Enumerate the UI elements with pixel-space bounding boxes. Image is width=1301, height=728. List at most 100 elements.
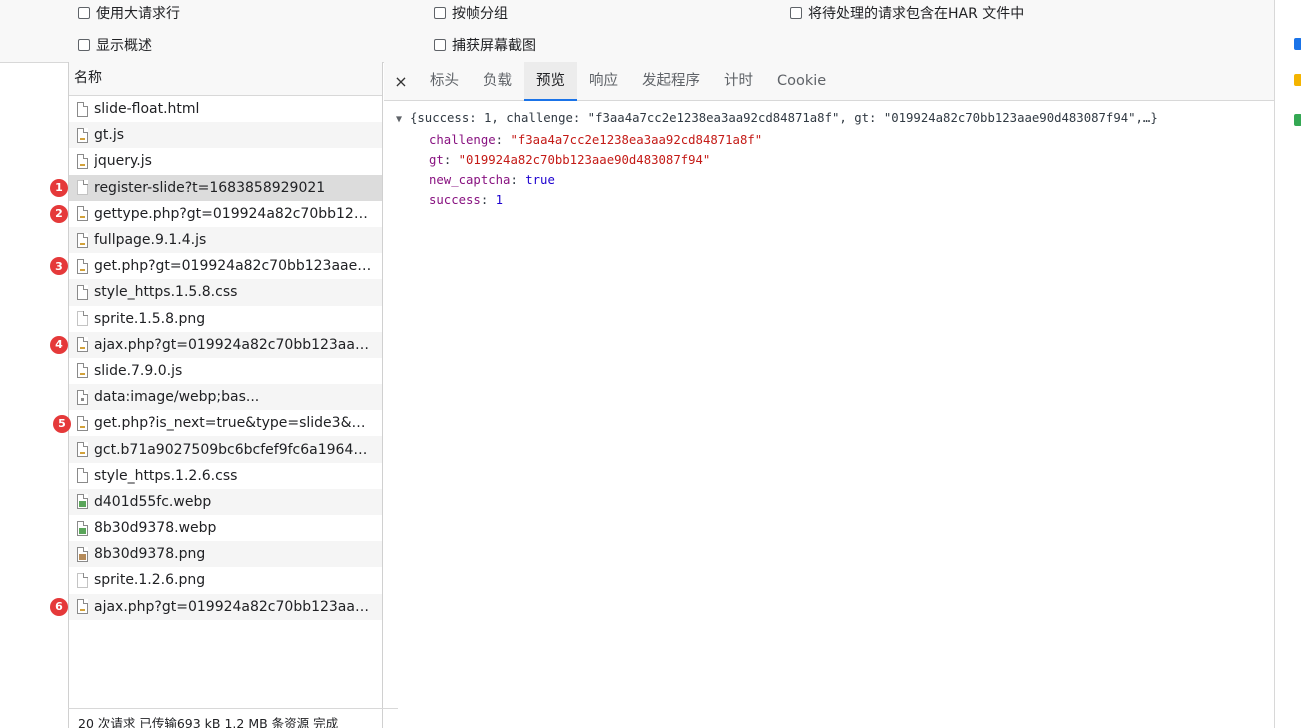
script-icon [77, 153, 88, 169]
json-key: success [429, 193, 481, 207]
image-icon [77, 572, 88, 588]
capture-screenshots-checkbox[interactable]: 捕获屏幕截图 [434, 35, 536, 55]
request-row[interactable]: register-slide?t=1683858929021 [69, 174, 382, 201]
request-row[interactable]: 8b30d9378.png [69, 541, 382, 568]
data-icon [77, 389, 88, 405]
checkbox-box[interactable] [790, 7, 802, 19]
stylesheet-icon [77, 468, 88, 484]
png-image-icon [77, 546, 88, 562]
tab-timing[interactable]: 计时 [712, 62, 765, 100]
annotation-badge: 5 [53, 414, 71, 433]
network-settings-panel: 使用大请求行 按帧分组 将待处理的请求包含在HAR 文件中 显示概述 捕获屏幕截… [0, 0, 1274, 63]
request-name: gt.js [94, 127, 125, 144]
checkbox-box[interactable] [78, 39, 90, 51]
annotation-badge: 2 [50, 204, 68, 223]
group-by-frame-label: 按帧分组 [452, 6, 508, 22]
request-row[interactable]: gct.b71a9027509bc6bcfef9fc6a196424f5... [69, 436, 382, 463]
request-name: data:image/webp;bas... [94, 389, 260, 406]
script-icon [77, 232, 88, 248]
request-name: sprite.1.5.8.png [94, 310, 206, 327]
request-name: ajax.php?gt=019924a82c70bb123aae90... [94, 336, 374, 353]
show-overview-label: 显示概述 [96, 38, 152, 54]
stylesheet-icon [77, 284, 88, 300]
request-rows: slide-float.html gt.js jquery.js register-s… [69, 96, 382, 620]
request-name: get.php?gt=019924a82c70bb123aae90d... [94, 258, 374, 275]
json-property-new-captcha: new_captcha: true [429, 173, 555, 187]
script-icon [77, 415, 88, 431]
script-icon [77, 363, 88, 379]
request-row[interactable]: style_https.1.2.6.css [69, 463, 382, 489]
expand-triangle-icon[interactable]: ▼ [396, 110, 410, 130]
request-name: get.php?is_next=true&type=slide3&gt=... [94, 415, 374, 432]
group-by-frame-checkbox[interactable]: 按帧分组 [434, 3, 508, 23]
json-key: gt [429, 153, 444, 167]
tab-payload[interactable]: 负载 [471, 62, 524, 100]
request-name: ajax.php?gt=019924a82c70bb123aae90... [94, 598, 374, 615]
json-property-gt: gt: "019924a82c70bb123aae90d483087f94" [429, 153, 711, 167]
script-icon [77, 127, 88, 143]
annotation-badge: 4 [50, 335, 68, 354]
request-row[interactable]: d401d55fc.webp [69, 488, 382, 515]
annotation-badge: 1 [50, 178, 68, 197]
request-row[interactable]: sprite.1.5.8.png [69, 306, 382, 332]
request-row[interactable]: slide-float.html [69, 96, 382, 122]
tab-preview[interactable]: 预览 [524, 62, 577, 101]
tab-headers[interactable]: 标头 [418, 62, 471, 100]
request-row[interactable]: style_https.1.5.8.css [69, 279, 382, 306]
checkbox-box[interactable] [78, 7, 90, 19]
json-boolean-value: true [525, 173, 555, 187]
request-name: jquery.js [94, 153, 152, 170]
request-name: gettype.php?gt=019924a82c70bb123aa... [94, 205, 374, 222]
image-icon [77, 311, 88, 327]
tab-response[interactable]: 响应 [577, 62, 630, 100]
json-summary-row[interactable]: ▼ {success: 1, challenge: "f3aa4a7cc2e123… [396, 108, 1158, 130]
large-rows-checkbox[interactable]: 使用大请求行 [78, 3, 180, 23]
extension-icon[interactable] [1294, 74, 1301, 86]
outlook-icon[interactable] [1294, 38, 1301, 50]
request-name: slide-float.html [94, 101, 200, 118]
json-preview: ▼ {success: 1, challenge: "f3aa4a7cc2e123… [396, 108, 1158, 210]
document-icon [77, 101, 88, 117]
xhr-icon [77, 180, 88, 196]
tab-cookie[interactable]: Cookie [765, 62, 838, 100]
json-property-challenge: challenge: "f3aa4a7cc2e1238ea3aa92cd8487… [429, 133, 763, 147]
tree-icon[interactable] [1294, 114, 1301, 126]
request-row[interactable]: gt.js [69, 122, 382, 149]
tab-initiator[interactable]: 发起程序 [630, 62, 712, 100]
request-row[interactable]: jquery.js [69, 148, 382, 174]
request-row[interactable]: get.php?gt=019924a82c70bb123aae90d... [69, 253, 382, 279]
detail-tabs: × 标头 负载 预览 响应 发起程序 计时 Cookie [384, 62, 1274, 101]
request-row[interactable]: 8b30d9378.webp [69, 515, 382, 541]
webp-image-icon [77, 494, 88, 510]
request-name: slide.7.9.0.js [94, 362, 183, 379]
browser-side-strip [1274, 0, 1301, 728]
request-row[interactable]: get.php?is_next=true&type=slide3&gt=... [69, 410, 382, 436]
annotation-badge: 3 [50, 257, 68, 276]
close-icon[interactable]: × [384, 72, 418, 91]
request-row[interactable]: fullpage.9.1.4.js [69, 226, 382, 254]
request-row[interactable]: slide.7.9.0.js [69, 358, 382, 384]
request-name: 8b30d9378.webp [94, 520, 217, 537]
request-row[interactable]: ajax.php?gt=019924a82c70bb123aae90... [69, 593, 382, 620]
request-name: d401d55fc.webp [94, 493, 212, 510]
include-pending-har-checkbox[interactable]: 将待处理的请求包含在HAR 文件中 [790, 3, 1024, 23]
request-name: fullpage.9.1.4.js [94, 232, 207, 249]
request-row[interactable]: ajax.php?gt=019924a82c70bb123aae90... [69, 331, 382, 358]
annotation-badge: 6 [50, 597, 68, 616]
script-icon [77, 442, 88, 458]
capture-screenshots-label: 捕获屏幕截图 [452, 38, 536, 54]
json-key: challenge [429, 133, 496, 147]
request-name: style_https.1.5.8.css [94, 284, 238, 301]
request-row[interactable]: data:image/webp;bas... [69, 384, 382, 411]
request-name: register-slide?t=1683858929021 [94, 179, 326, 196]
name-column-header[interactable]: 名称 [69, 62, 382, 96]
checkbox-box[interactable] [434, 7, 446, 19]
checkbox-box[interactable] [434, 39, 446, 51]
json-summary-text: {success: 1, challenge: "f3aa4a7cc2e1238… [410, 111, 1158, 125]
request-row[interactable]: gettype.php?gt=019924a82c70bb123aa... [69, 201, 382, 227]
request-row[interactable]: sprite.1.2.6.png [69, 567, 382, 593]
show-overview-checkbox[interactable]: 显示概述 [78, 35, 152, 55]
include-pending-har-label: 将待处理的请求包含在HAR 文件中 [808, 6, 1025, 22]
script-icon [77, 258, 88, 274]
request-name: style_https.1.2.6.css [94, 467, 238, 484]
